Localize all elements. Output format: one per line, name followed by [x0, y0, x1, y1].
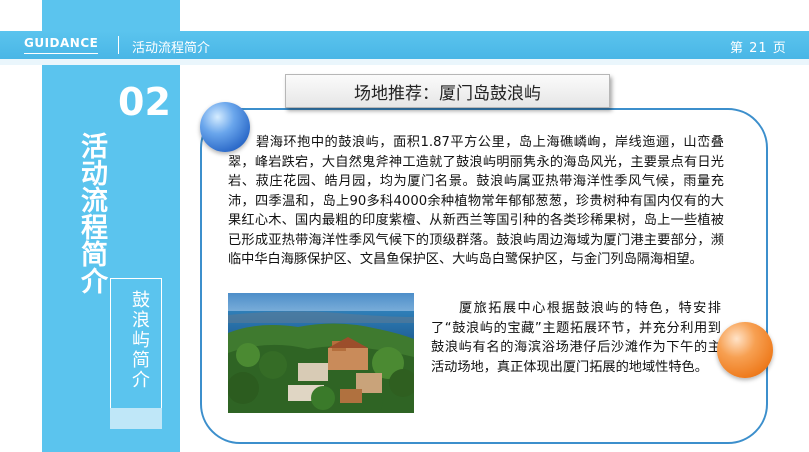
orange-orb-decoration	[717, 322, 773, 378]
vertical-section-title: 活动流程简介	[76, 132, 107, 294]
section-number: 02	[118, 80, 171, 124]
vertical-subtitle: 鼓浪屿简介	[129, 290, 150, 390]
page-number: 第 21 页	[730, 41, 787, 56]
subtitle-box-accent	[110, 408, 162, 429]
intro-paragraph: 碧海环抱中的鼓浪屿，面积1.87平方公里，岛上海礁嶙峋，岸线迤逦，山峦叠翠，峰岩…	[228, 135, 724, 267]
guidance-underline	[24, 53, 98, 54]
header-section-title: 活动流程简介	[132, 41, 211, 56]
header-separator	[118, 36, 119, 54]
guidance-label: GUIDANCE	[24, 36, 99, 50]
slide-title: 场地推荐：厦门岛鼓浪屿	[285, 74, 610, 108]
activity-paragraph: 厦旅拓展中心根据鼓浪屿的特色，特安排了“鼓浪屿的宝藏”主题拓展环节，并充分利用到…	[431, 301, 721, 375]
header-divider	[0, 59, 809, 65]
island-photo	[228, 293, 414, 413]
header-bar	[0, 31, 809, 59]
